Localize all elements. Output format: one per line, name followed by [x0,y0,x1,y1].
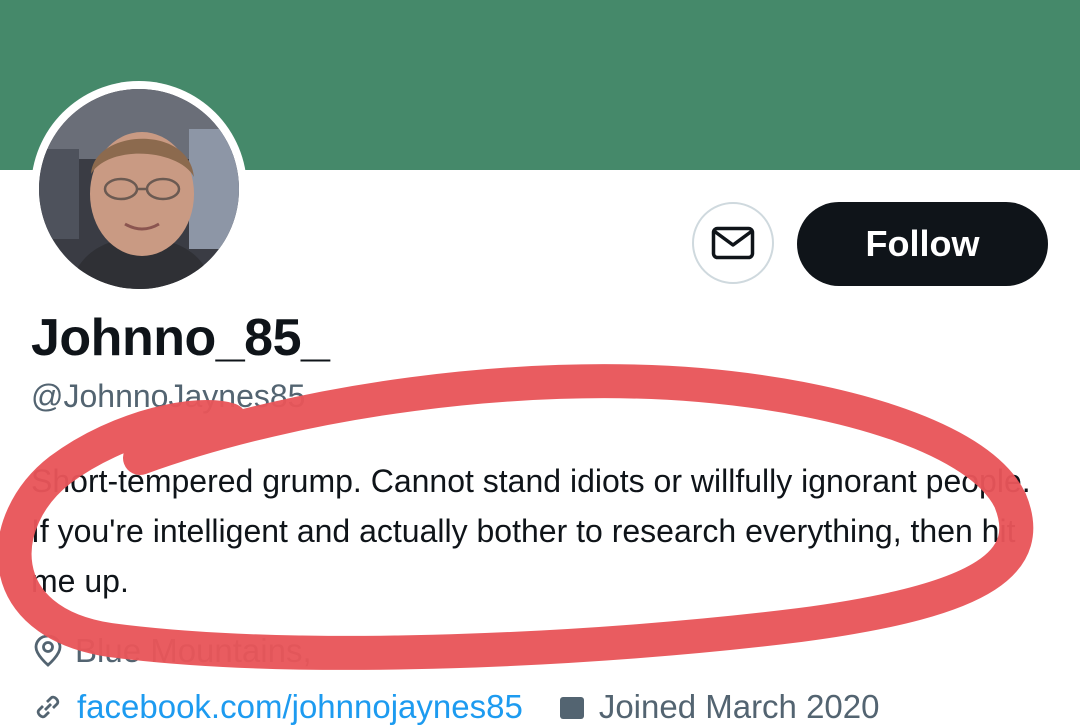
website-link[interactable]: facebook.com/johnnojaynes85 [77,688,523,726]
meta-row: facebook.com/johnnojaynes85 Joined March… [33,688,880,726]
display-name: Johnno_85_ [31,309,330,367]
link-icon [36,695,60,719]
location-text: Blue Mountains, [75,632,312,669]
avatar-photo [39,89,239,289]
location-row: Blue Mountains, [33,632,312,670]
location-pin-icon [34,634,62,667]
joined-date: Joined March 2020 [557,688,880,726]
message-button[interactable] [692,202,774,284]
profile-handle: @JohnnoJaynes85 [31,378,306,414]
envelope-icon [711,226,755,260]
follow-button[interactable]: Follow [797,202,1048,286]
joined-text: Joined March 2020 [598,688,880,725]
avatar[interactable] [31,81,247,297]
profile-bio: Short-tempered grump. Cannot stand idiot… [31,463,1031,599]
calendar-icon [559,697,584,719]
